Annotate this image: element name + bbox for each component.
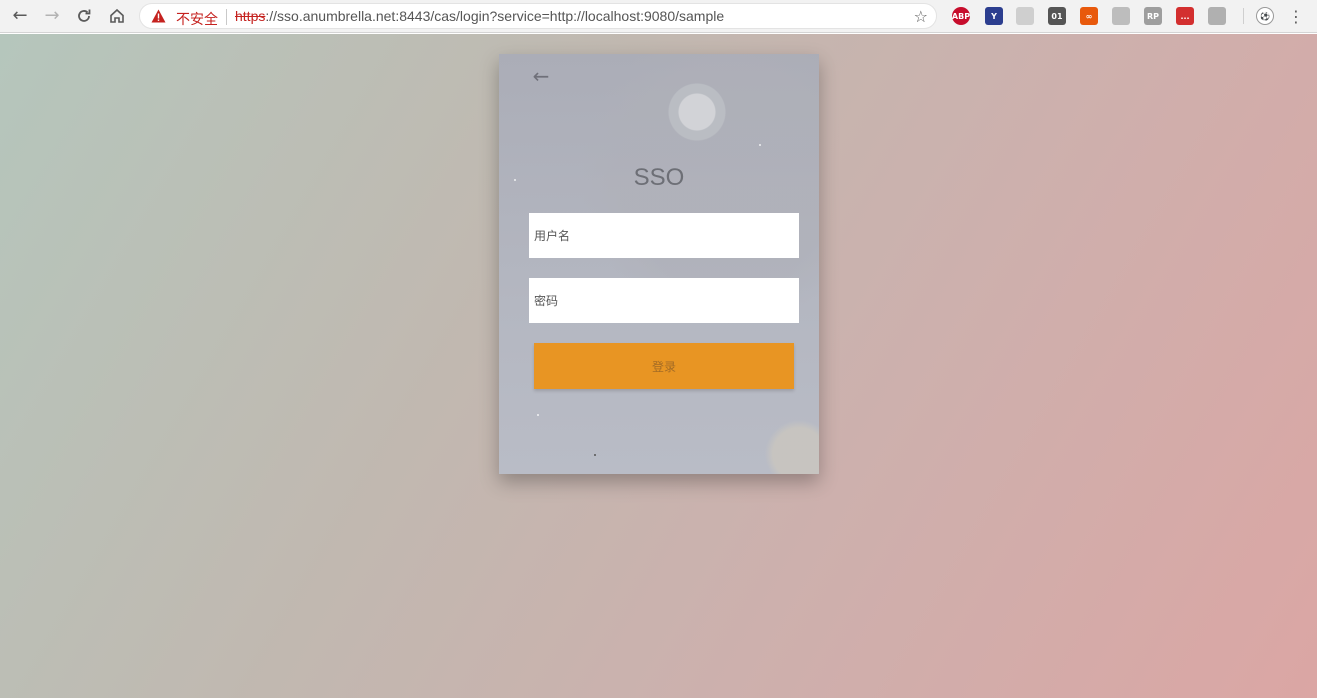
parachute-icon[interactable] [1208, 7, 1226, 25]
background-star [594, 454, 596, 456]
background-star [514, 179, 516, 181]
login-card [499, 54, 819, 474]
bookmark-star-icon[interactable]: ☆ [914, 7, 928, 26]
forward-icon[interactable]: → [41, 5, 63, 27]
back-arrow-icon[interactable]: ← [529, 64, 553, 88]
password-input[interactable] [529, 278, 799, 323]
url-path: ://sso.anumbrella.net:8443/cas/login?ser… [265, 8, 725, 24]
toolbar-divider [1243, 8, 1244, 24]
username-input[interactable] [529, 213, 799, 258]
browser-menu-icon[interactable]: ⋮ [1286, 6, 1306, 26]
shield-extension-icon[interactable] [1112, 7, 1130, 25]
back-icon[interactable]: ← [9, 5, 31, 27]
infinity-icon[interactable]: ∞ [1080, 7, 1098, 25]
login-button[interactable]: 登录 [534, 343, 794, 389]
url-divider [226, 9, 227, 25]
background-star [537, 414, 539, 416]
url-scheme: https [235, 8, 266, 24]
login-title: SSO [633, 164, 685, 191]
warning-icon[interactable] [151, 9, 166, 23]
adblock-plus-icon[interactable]: ABP [952, 7, 970, 25]
address-bar[interactable]: 不安全 https://sso.anumbrella.net:8443/cas/… [139, 3, 937, 29]
reload-icon[interactable] [73, 5, 95, 27]
security-status-label[interactable]: 不安全 [176, 9, 218, 29]
home-icon[interactable] [106, 5, 128, 27]
url-text[interactable]: https://sso.anumbrella.net:8443/cas/logi… [235, 8, 724, 24]
browser-toolbar: ← → 不安全 https://sso.anumbrella.net:8443/… [0, 0, 1317, 33]
rp-extension-icon[interactable]: RP [1144, 7, 1162, 25]
binary-01-icon[interactable]: 01 [1048, 7, 1066, 25]
extension-gray-icon[interactable] [1016, 7, 1034, 25]
vue-devtools-icon[interactable]: Y [985, 7, 1003, 25]
profile-avatar-icon[interactable]: ⚽ [1256, 7, 1274, 25]
background-star [759, 144, 761, 146]
notification-extension-icon[interactable]: ... [1176, 7, 1194, 25]
